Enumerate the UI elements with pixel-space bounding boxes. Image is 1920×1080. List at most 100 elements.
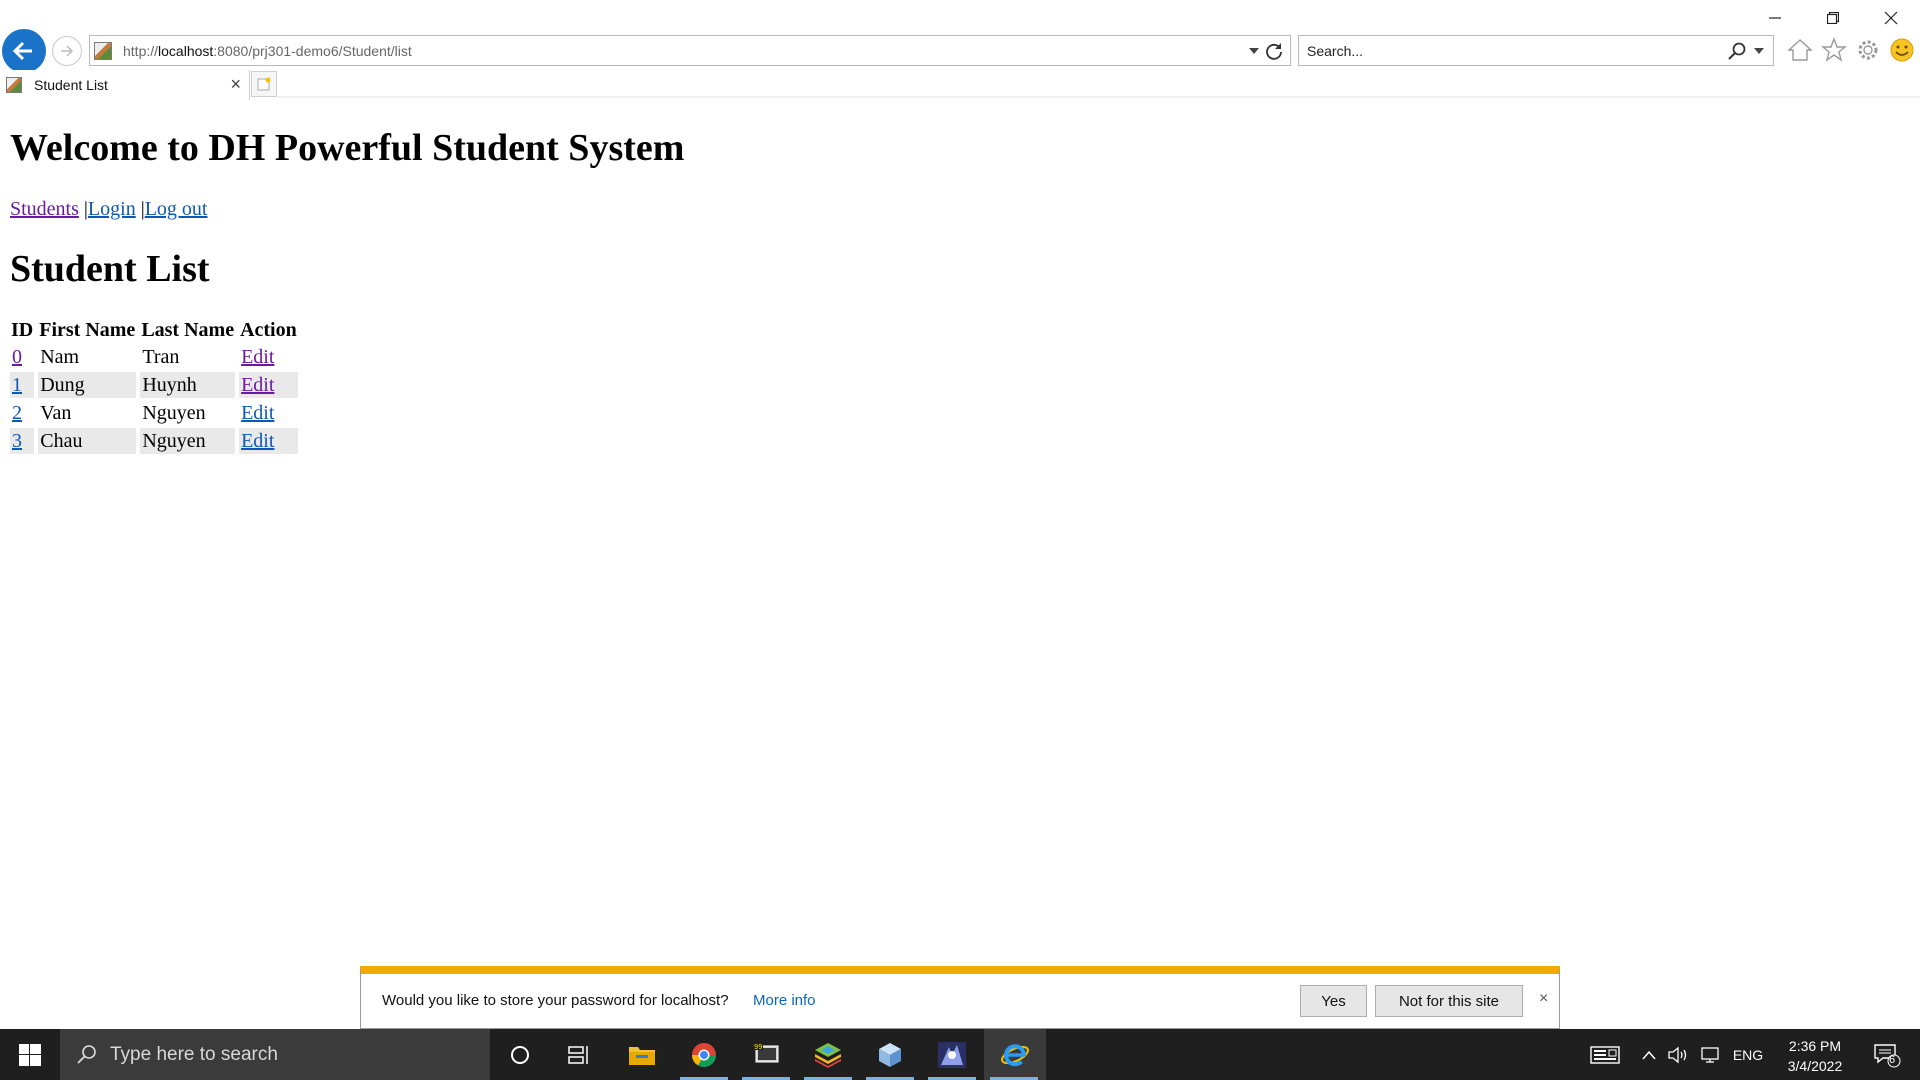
taskbar-search-box[interactable]: Type here to search	[60, 1029, 490, 1080]
address-url[interactable]: http://localhost:8080/prj301-demo6/Stude…	[123, 43, 412, 59]
more-info-link[interactable]: More info	[753, 992, 816, 1009]
taskbar-bluestacks[interactable]	[798, 1029, 858, 1080]
taskbar-search-input[interactable]: Type here to search	[110, 1044, 278, 1066]
tray-language[interactable]: ENG	[1730, 1029, 1766, 1080]
login-link[interactable]: Login	[88, 198, 136, 220]
student-id-link[interactable]: 0	[12, 346, 22, 368]
action-center-button[interactable]: 6	[1862, 1029, 1912, 1080]
search-input[interactable]: Search...	[1307, 43, 1363, 59]
svg-text:99: 99	[754, 1043, 762, 1051]
keyboard-icon	[1590, 1045, 1620, 1064]
tab-title: Student List	[34, 77, 108, 93]
chevron-up-icon	[1642, 1050, 1656, 1059]
tools-button[interactable]	[1854, 35, 1882, 65]
address-bar[interactable]: http://localhost:8080/prj301-demo6/Stude…	[89, 35, 1291, 66]
tab-close-button[interactable]: ×	[230, 74, 241, 95]
header-last-name: Last Name	[141, 319, 235, 341]
start-button[interactable]	[0, 1029, 60, 1080]
feedback-button[interactable]	[1888, 35, 1916, 65]
edit-link[interactable]: Edit	[241, 430, 274, 452]
cell-id: 3	[10, 428, 35, 454]
minimize-button[interactable]	[1746, 0, 1804, 36]
chevron-down-icon	[1754, 48, 1764, 54]
restore-button[interactable]	[1804, 0, 1862, 36]
table-header-row: ID First Name Last Name Action	[10, 319, 298, 342]
edit-link[interactable]: Edit	[241, 374, 274, 396]
student-id-link[interactable]: 2	[12, 402, 22, 424]
taskbar-chrome[interactable]	[674, 1029, 734, 1080]
cell-first-name: Nam	[38, 344, 137, 370]
search-box[interactable]: Search...	[1298, 35, 1774, 66]
cube-icon	[879, 1042, 901, 1067]
cell-action: Edit	[239, 372, 298, 398]
student-id-link[interactable]: 1	[12, 374, 22, 396]
address-dropdown-button[interactable]	[1248, 44, 1260, 62]
page-favicon-icon	[94, 42, 112, 60]
favorites-button[interactable]	[1820, 35, 1848, 65]
logout-link[interactable]: Log out	[145, 198, 208, 220]
refresh-button[interactable]	[1264, 41, 1284, 66]
student-table: ID First Name Last Name Action 0 Nam Tra…	[6, 317, 302, 456]
url-prefix: http://	[123, 43, 159, 59]
taskbar: Type here to search 99 ENG 2:36 PM 3/4/2…	[0, 1029, 1920, 1080]
terminal-icon: 99	[753, 1042, 779, 1062]
speaker-icon	[1668, 1046, 1687, 1063]
taskbar-internet-explorer[interactable]	[984, 1029, 1046, 1080]
students-link[interactable]: Students	[10, 198, 79, 220]
chrome-icon	[692, 1042, 716, 1067]
tray-show-hidden[interactable]	[1639, 1029, 1659, 1080]
gear-icon	[1858, 40, 1878, 60]
nav-separator: |	[135, 198, 145, 220]
tray-keyboard[interactable]	[1585, 1029, 1625, 1080]
browser-toolbar-icons	[1786, 35, 1916, 65]
not-for-this-site-button[interactable]: Not for this site	[1375, 985, 1523, 1017]
star-icon	[1821, 37, 1847, 62]
refresh-icon	[1266, 43, 1282, 60]
home-button[interactable]	[1786, 35, 1814, 65]
search-button[interactable]	[1727, 41, 1747, 66]
taskbar-app-7[interactable]	[922, 1029, 982, 1080]
task-view-button[interactable]	[550, 1029, 610, 1080]
taskbar-clock[interactable]: 2:36 PM 3/4/2022	[1770, 1036, 1860, 1076]
taskbar-virtualbox[interactable]	[860, 1029, 920, 1080]
site-nav: Students |Login |Log out	[10, 198, 1910, 221]
notification-message: Would you like to store your password fo…	[382, 992, 729, 1009]
cortana-circle-icon	[511, 1045, 529, 1064]
cell-action: Edit	[239, 344, 298, 370]
task-view-icon	[568, 1045, 588, 1064]
edit-link[interactable]: Edit	[241, 346, 274, 368]
browser-chrome: http://localhost:8080/prj301-demo6/Stude…	[0, 0, 1920, 100]
back-button[interactable]	[2, 29, 46, 73]
restore-icon	[1827, 12, 1839, 24]
table-row: 2 Van Nguyen Edit	[10, 400, 298, 426]
cell-first-name: Dung	[38, 372, 137, 398]
windows-logo-icon	[19, 1043, 41, 1066]
tray-volume[interactable]	[1665, 1029, 1691, 1080]
forward-button[interactable]	[52, 36, 82, 66]
page-heading: Welcome to DH Powerful Student System	[10, 127, 685, 169]
nav-separator: |	[78, 198, 88, 220]
header-action: Action	[240, 319, 297, 341]
new-tab-icon	[257, 77, 271, 91]
search-dropdown-button[interactable]	[1753, 44, 1765, 62]
header-first-name: First Name	[39, 319, 136, 341]
table-row: 0 Nam Tran Edit	[10, 344, 298, 370]
new-tab-button[interactable]	[251, 71, 277, 97]
cortana-button[interactable]	[490, 1029, 550, 1080]
yes-button[interactable]: Yes	[1300, 985, 1367, 1017]
table-row: 1 Dung Huynh Edit	[10, 372, 298, 398]
notification-close-button[interactable]: ×	[1539, 990, 1548, 1008]
tray-network[interactable]	[1696, 1029, 1726, 1080]
url-host: localhost	[158, 43, 214, 59]
notification-count-badge: 6	[1889, 1054, 1896, 1066]
taskbar-file-explorer[interactable]	[612, 1029, 672, 1080]
cell-first-name: Chau	[38, 428, 137, 454]
arrow-left-icon	[12, 41, 32, 61]
taskbar-app-4[interactable]: 99	[736, 1029, 796, 1080]
close-window-button[interactable]	[1862, 0, 1920, 36]
tab-student-list[interactable]: Student List ×	[0, 70, 250, 100]
cell-last-name: Huynh	[140, 372, 236, 398]
student-id-link[interactable]: 3	[12, 430, 22, 452]
edit-link[interactable]: Edit	[241, 402, 274, 424]
home-icon	[1787, 39, 1813, 61]
